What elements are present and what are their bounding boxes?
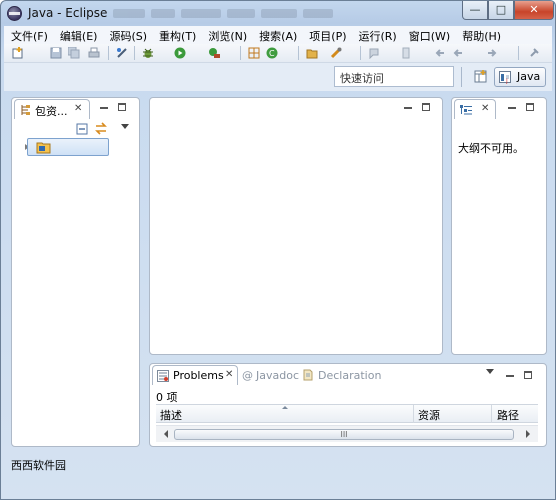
- project-folder-icon: [36, 142, 51, 154]
- link-with-editor-icon[interactable]: [94, 122, 108, 135]
- tab-declaration[interactable]: Declaration: [302, 369, 381, 382]
- editor-area[interactable]: [149, 97, 443, 355]
- annotation-icon[interactable]: [368, 47, 380, 59]
- problems-count: 0 项: [156, 391, 178, 404]
- scroll-right-icon[interactable]: [526, 430, 534, 438]
- eclipse-logo-icon: [7, 6, 22, 21]
- java-perspective-button[interactable]: J Java: [494, 67, 546, 87]
- problems-view-menu-icon[interactable]: [486, 369, 494, 378]
- tab-outline[interactable]: ✕: [454, 99, 496, 119]
- scroll-left-icon[interactable]: [160, 430, 168, 438]
- collapse-all-icon[interactable]: [76, 123, 88, 135]
- maximize-outline-icon[interactable]: [526, 103, 534, 111]
- back-history-icon[interactable]: [452, 47, 464, 59]
- svg-text:C: C: [269, 49, 275, 58]
- minimize-editor-icon[interactable]: [404, 107, 412, 109]
- package-explorer-icon: [21, 105, 30, 115]
- run-icon[interactable]: [174, 47, 186, 59]
- menu-file[interactable]: 文件(F): [4, 26, 53, 44]
- sort-indicator-icon: [282, 403, 288, 409]
- tab-javadoc-label: Javadoc: [256, 369, 299, 382]
- debug-icon[interactable]: [142, 47, 154, 59]
- scroll-thumb[interactable]: III: [174, 429, 514, 440]
- save-icon[interactable]: [50, 47, 62, 59]
- close-outline-icon[interactable]: ✕: [481, 103, 489, 114]
- tab-package-explorer[interactable]: 包资... ✕: [14, 99, 90, 119]
- menu-run[interactable]: 运行(R): [352, 26, 402, 44]
- java-perspective-icon: J: [499, 71, 511, 84]
- menu-navigate[interactable]: 浏览(N): [201, 26, 252, 44]
- toggle-breakpoint-icon[interactable]: [116, 47, 128, 59]
- minimize-outline-icon[interactable]: [508, 107, 516, 109]
- problems-table-header: 描述 资源 路径: [156, 404, 538, 423]
- project-tree-item[interactable]: [27, 138, 109, 156]
- pin-icon[interactable]: [528, 47, 540, 59]
- javadoc-icon: @: [242, 369, 253, 382]
- outline-panel: ✕ 大纲不可用。: [451, 97, 547, 355]
- close-problems-icon[interactable]: ✕: [225, 369, 233, 380]
- minimize-problems-icon[interactable]: [506, 375, 514, 377]
- outline-icon: [460, 105, 472, 115]
- eclipse-window: Java - Eclipse — □ ✕ 文件(F) 编辑(E) 源码(S) 重…: [0, 0, 556, 500]
- save-all-icon[interactable]: [68, 47, 80, 59]
- new-class-icon[interactable]: C: [266, 47, 278, 59]
- tab-problems[interactable]: Problems ✕: [152, 365, 238, 385]
- menu-help[interactable]: 帮助(H): [455, 26, 506, 44]
- menu-edit[interactable]: 编辑(E): [53, 26, 103, 44]
- column-path[interactable]: 路径: [497, 407, 519, 423]
- minimize-view-icon[interactable]: [100, 107, 108, 109]
- forward-icon[interactable]: [486, 47, 498, 59]
- java-perspective-label: Java: [517, 70, 541, 83]
- maximize-problems-icon[interactable]: [524, 371, 532, 379]
- new-java-project-icon[interactable]: [248, 47, 260, 59]
- outline-message: 大纲不可用。: [458, 142, 524, 155]
- menu-project[interactable]: 项目(P): [302, 26, 351, 44]
- new-icon[interactable]: [12, 47, 24, 59]
- main-toolbar: C: [4, 44, 552, 63]
- menu-window[interactable]: 窗口(W): [402, 26, 455, 44]
- menu-source[interactable]: 源码(S): [102, 26, 152, 44]
- view-menu-icon[interactable]: [121, 124, 129, 133]
- horizontal-scrollbar[interactable]: III: [156, 425, 538, 442]
- column-resource[interactable]: 资源: [418, 407, 440, 423]
- window-title: Java - Eclipse: [28, 6, 108, 20]
- close-tab-icon[interactable]: ✕: [74, 103, 82, 114]
- maximize-button[interactable]: □: [488, 1, 514, 20]
- menu-bar: 文件(F) 编辑(E) 源码(S) 重构(T) 浏览(N) 搜索(A) 项目(P…: [4, 26, 552, 44]
- maximize-view-icon[interactable]: [118, 103, 126, 111]
- tab-package-explorer-label: 包资...: [35, 105, 68, 118]
- problems-icon: [157, 370, 169, 382]
- declaration-icon: [303, 369, 313, 381]
- svg-text:J: J: [505, 78, 508, 84]
- blurred-title-decoration: [113, 9, 413, 19]
- back-icon[interactable]: [434, 47, 446, 59]
- tab-javadoc[interactable]: @ Javadoc: [242, 369, 299, 382]
- title-bar: Java - Eclipse — □ ✕: [1, 1, 555, 27]
- open-perspective-icon[interactable]: [474, 70, 487, 83]
- minimize-button[interactable]: —: [462, 1, 488, 20]
- external-tools-icon[interactable]: [208, 47, 220, 59]
- column-description[interactable]: 描述: [160, 407, 182, 423]
- menu-refactor[interactable]: 重构(T): [152, 26, 201, 44]
- menu-search[interactable]: 搜索(A): [252, 26, 302, 44]
- print-icon[interactable]: [88, 47, 100, 59]
- tab-declaration-label: Declaration: [318, 369, 382, 382]
- search-icon[interactable]: [330, 47, 342, 59]
- close-button[interactable]: ✕: [514, 1, 554, 20]
- quick-access-input[interactable]: 快速访问: [334, 66, 454, 87]
- last-edit-icon[interactable]: [400, 47, 412, 59]
- perspective-bar: 快速访问 J Java: [4, 63, 552, 91]
- open-type-icon[interactable]: [306, 47, 318, 59]
- tab-problems-label: Problems: [173, 369, 224, 382]
- status-bar-text: 西西软件园: [11, 459, 66, 472]
- maximize-editor-icon[interactable]: [422, 103, 430, 111]
